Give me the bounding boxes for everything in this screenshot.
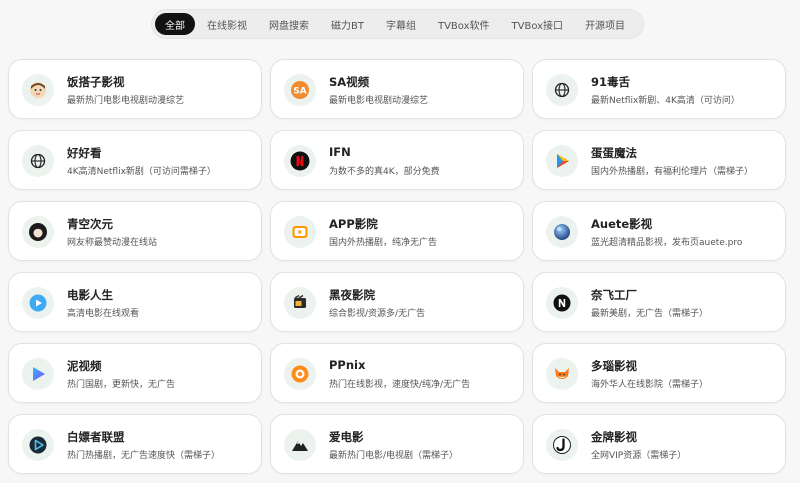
site-description: 国内外热播剧，有福利伦理片（需梯子） [591,167,754,177]
site-title: 奈飞工厂 [591,288,637,302]
site-description: 最新热门电影/电视剧（需梯子） [329,451,459,461]
site-card[interactable]: SA SA视频最新电影电视剧动漫综艺 [270,59,524,119]
anime-avatar-icon [22,216,54,248]
mountain-icon [284,429,316,461]
site-title: APP影院 [329,217,378,231]
site-description: 网友称最赞动漫在线站 [67,238,158,248]
site-title: IFN [329,145,351,159]
site-description: 热门热播剧，无广告速度快（需梯子） [67,451,221,461]
site-description: 蓝光超清精品影视，发布页auete.pro [591,238,743,248]
site-description: 热门国剧，更新快，无广告 [67,380,176,390]
site-description: 4K高清Netflix新剧（可访问需梯子） [67,167,216,177]
netflix-n-icon [284,145,316,177]
film-box-icon [284,287,316,319]
site-card[interactable]: 泥视频热门国剧，更新快，无广告 [8,343,262,403]
site-description: 热门在线影视，速度快/纯净/无广告 [329,380,471,390]
site-card[interactable]: 好好看 4K高清Netflix新剧（可访问需梯子） [8,130,262,190]
site-description: 海外华人在线影院（需梯子） [591,380,709,390]
site-card[interactable]: 饭搭子影视最新热门电影电视剧动漫综艺 [8,59,262,119]
site-description: 综合影视/资源多/无广告 [329,309,426,319]
play-triangle-icon [546,145,578,177]
fox-icon [546,358,578,390]
site-card[interactable]: 电影人生高清电影在线观看 [8,272,262,332]
planet-icon [546,216,578,248]
site-title: PPnix [329,358,366,372]
site-card[interactable]: 黑夜影院综合影视/资源多/无广告 [270,272,524,332]
p-circle-icon [284,358,316,390]
site-card[interactable]: 蛋蛋魔法国内外热播剧，有福利伦理片（需梯子） [532,130,786,190]
site-title: 饭搭子影视 [67,75,125,89]
site-title: 白嫖者联盟 [67,430,125,444]
site-title: 爱电影 [329,430,364,444]
play-outline-icon [22,429,54,461]
site-description: 最新Netflix新剧、4K高清（可访问） [591,96,740,106]
globe-icon [546,74,578,106]
tab-3[interactable]: 磁力BT [321,13,374,35]
site-description: 高清电影在线观看 [67,309,140,319]
site-description: 最新热门电影电视剧动漫综艺 [67,96,185,106]
globe-icon [22,145,54,177]
site-title: 电影人生 [67,288,113,302]
site-description: 为数不多的真4K，部分免费 [329,167,440,177]
site-card[interactable]: 多瑙影视海外华人在线影院（需梯子） [532,343,786,403]
tab-2[interactable]: 网盘搜索 [259,13,319,35]
tab-5[interactable]: TVBox软件 [428,13,500,35]
site-title: 多瑙影视 [591,359,637,373]
tab-6[interactable]: TVBox接口 [502,13,574,35]
site-description: 最新电影电视剧动漫综艺 [329,96,429,106]
site-title: 好好看 [67,146,102,160]
svg-text:SA: SA [293,87,306,97]
sa-logo-icon: SA [284,74,316,106]
mascot-icon [22,74,54,106]
tab-0[interactable]: 全部 [155,13,195,35]
site-title: 黑夜影院 [329,288,375,302]
site-title: Auete影视 [591,217,653,231]
tv-play-icon [284,216,316,248]
site-card[interactable]: PPnix 热门在线影视，速度快/纯净/无广告 [270,343,524,403]
site-card[interactable]: Auete影视蓝光超清精品影视，发布页auete.pro [532,201,786,261]
site-title: 泥视频 [67,359,102,373]
category-tab-bar: 全部 在线影视 网盘搜索 磁力BT 字幕组 TVBox软件 TVBox接口 开源项目 [151,9,644,39]
site-card[interactable]: 奈飞工厂最新美剧，无广告（需梯子） [532,272,786,332]
site-card[interactable]: 91毒舌最新Netflix新剧、4K高清（可访问） [532,59,786,119]
gradient-play-icon [22,358,54,390]
tab-7[interactable]: 开源项目 [575,13,635,35]
site-description: 国内外热播剧，纯净无广告 [329,238,438,248]
play-circle-icon [22,287,54,319]
site-card[interactable]: APP影院国内外热播剧，纯净无广告 [270,201,524,261]
site-card[interactable]: 金牌影视全网VIP资源（需梯子） [532,414,786,474]
tab-1[interactable]: 在线影视 [197,13,257,35]
site-card[interactable]: 爱电影最新热门电影/电视剧（需梯子） [270,414,524,474]
n-circle-icon [546,287,578,319]
site-title: SA视频 [329,75,370,89]
site-card[interactable]: IFN 为数不多的真4K，部分免费 [270,130,524,190]
tab-4[interactable]: 字幕组 [376,13,426,35]
j-logo-icon [546,429,578,461]
site-card[interactable]: 白嫖者联盟热门热播剧，无广告速度快（需梯子） [8,414,262,474]
site-title: 青空次元 [67,217,113,231]
site-card[interactable]: 青空次元网友称最赞动漫在线站 [8,201,262,261]
site-description: 全网VIP资源（需梯子） [591,451,687,461]
site-description: 最新美剧，无广告（需梯子） [591,309,709,319]
site-title: 蛋蛋魔法 [591,146,637,160]
site-title: 金牌影视 [591,430,637,444]
site-title: 91毒舌 [591,75,631,89]
